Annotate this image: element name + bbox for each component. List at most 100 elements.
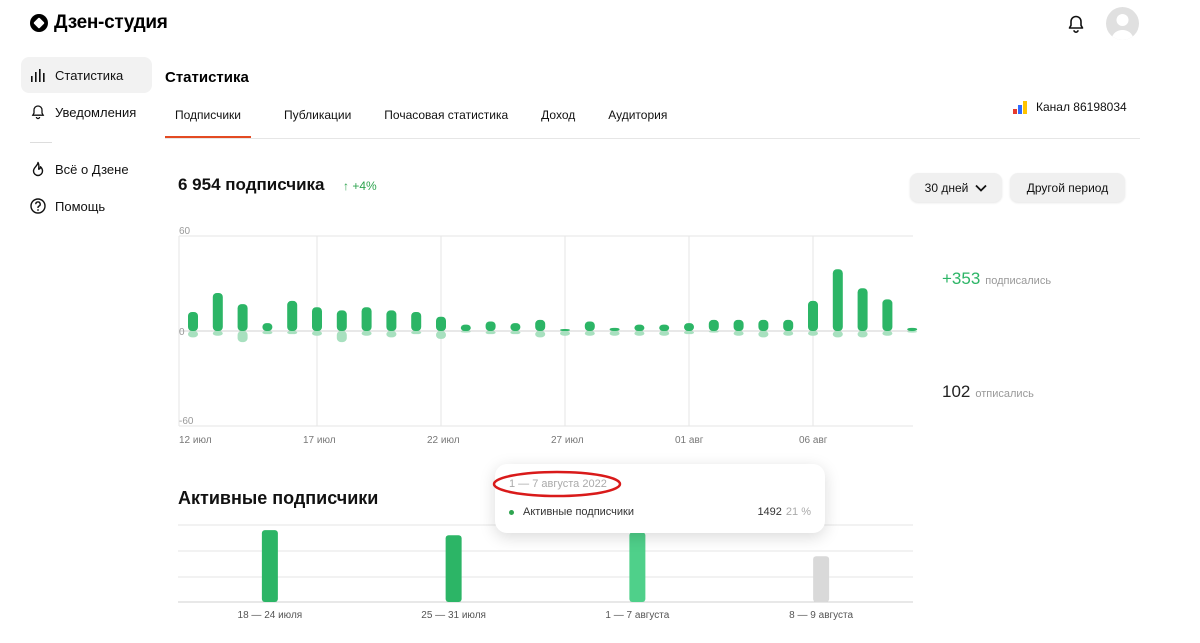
sidebar-item-about-zen[interactable]: Всё о Дзене: [30, 161, 129, 177]
bar-unsubscribed: [212, 331, 223, 336]
y-tick-label: -60: [179, 416, 194, 427]
bar-unsubscribed: [535, 331, 546, 338]
x-tick-label: 25 — 31 июля: [421, 610, 486, 621]
bar-subscribed: [361, 307, 372, 331]
bar-unsubscribed: [733, 331, 744, 336]
daily-subscribers-chart: 60 0 -60 12 июл 17 июл 22 июл 27 июл 01 авг 06 а…: [178, 226, 918, 446]
growth-percent: +4%: [352, 179, 377, 193]
bar-unsubscribed: [361, 331, 372, 336]
bar-subscribed: [460, 324, 471, 331]
bar-subscribed: [857, 288, 868, 331]
sidebar-item-label: Всё о Дзене: [55, 161, 129, 177]
tab-income[interactable]: Доход: [541, 108, 575, 136]
tab-audience[interactable]: Аудитория: [608, 108, 667, 136]
other-period-button[interactable]: Другой период: [1010, 173, 1125, 202]
bar-unsubscribed: [584, 331, 595, 336]
unsubscribed-stat: 102 отписались: [942, 382, 1034, 402]
bar-unsubscribed: [485, 331, 496, 335]
bar-unsubscribed: [336, 331, 347, 343]
bar-unsubscribed: [188, 331, 198, 338]
bar-subscribed: [708, 319, 719, 331]
y-tick-label: 0: [179, 327, 185, 338]
x-tick-label: 18 — 24 июля: [238, 610, 303, 621]
bar-unsubscribed: [436, 331, 446, 339]
bar-unsubscribed: [609, 331, 620, 336]
bar-unsubscribed: [907, 331, 918, 333]
sidebar-item-help[interactable]: Помощь: [30, 198, 105, 214]
red-annotation-ellipse: [492, 470, 622, 498]
bar-unsubscribed: [783, 331, 794, 336]
bar-unsubscribed: [808, 331, 818, 336]
tab-bar: Подписчики Публикации Почасовая статисти…: [165, 108, 700, 138]
channel-name: Канал 86198034: [1036, 100, 1127, 114]
period-selected: 30 дней: [924, 180, 969, 195]
page-title: Статистика: [165, 69, 249, 86]
sidebar-item-label: Помощь: [55, 198, 106, 214]
bar-unsubscribed: [411, 331, 422, 335]
subscriber-count: 6 954 подписчика: [178, 175, 325, 194]
tab-hourly-stats[interactable]: Почасовая статистика: [384, 108, 508, 136]
bar-subscribed: [386, 310, 397, 331]
subscribed-label: подписались: [985, 275, 1052, 287]
user-avatar[interactable]: [1106, 7, 1139, 40]
x-tick-label: 06 авг: [799, 435, 828, 446]
x-tick-label: 8 — 9 августа: [789, 610, 853, 621]
tabs-underline: [165, 138, 1140, 139]
subscribed-value: +353: [942, 269, 981, 288]
avatar-placeholder-icon: [1111, 14, 1134, 40]
bar-subscribed: [609, 327, 620, 331]
bar-chart-icon: [31, 69, 45, 82]
unsubscribed-value: 102: [942, 382, 971, 401]
bar-unsubscribed: [634, 331, 645, 336]
tab-publications[interactable]: Публикации: [284, 108, 351, 136]
bar-subscribed: [262, 323, 273, 331]
app-logo[interactable]: Дзен-студия: [30, 12, 168, 34]
bar-unsubscribed: [312, 331, 322, 336]
x-tick-label: 12 июл: [179, 435, 212, 446]
bar-subscribed: [436, 316, 446, 331]
sidebar-divider: [30, 142, 52, 143]
tooltip-row: Активные подписчики 1492 21 %: [509, 506, 811, 518]
sidebar-item-notifications[interactable]: Уведомления: [30, 104, 136, 120]
bar-unsubscribed: [832, 331, 843, 338]
sidebar-item-statistics[interactable]: Статистика: [30, 67, 123, 83]
flame-icon: [32, 161, 44, 177]
chart-tooltip: 1 — 7 августа 2022 Активные подписчики 1…: [492, 464, 825, 533]
bar-unsubscribed: [460, 331, 471, 333]
bar-subscribed: [237, 304, 248, 331]
bar-subscribed: [560, 329, 570, 331]
zen-logo-icon: [30, 14, 48, 32]
bar-subscribed: [535, 319, 546, 331]
period-dropdown[interactable]: 30 дней: [910, 173, 1002, 202]
bar-active-subscribers: [445, 535, 462, 602]
tab-subscribers[interactable]: Подписчики: [165, 108, 252, 138]
bar-subscribed: [684, 323, 694, 331]
x-tick-label: 17 июл: [303, 435, 336, 446]
channel-selector[interactable]: Канал 86198034: [1013, 100, 1127, 114]
bar-unsubscribed: [758, 331, 769, 338]
x-tick-label: 22 июл: [427, 435, 460, 446]
bar-subscribed: [336, 310, 347, 331]
bar-active-subscribers: [629, 532, 646, 602]
active-subscribers-chart: 18 — 24 июля 25 — 31 июля 1 — 7 августа 8 —…: [178, 524, 913, 621]
notifications-bell-icon[interactable]: [1066, 14, 1086, 34]
channel-stats-icon: [1013, 100, 1027, 114]
bar-subscribed: [634, 324, 645, 331]
bar-subscribed: [832, 269, 843, 331]
bar-subscribed: [783, 319, 794, 331]
subscribed-stat: +353 подписались: [942, 269, 1051, 289]
bar-unsubscribed: [287, 331, 298, 335]
bar-subscribed: [882, 299, 893, 331]
active-subscribers-title: Активные подписчики: [178, 488, 379, 508]
bar-unsubscribed: [882, 331, 893, 336]
bar-active-subscribers: [813, 556, 830, 602]
tooltip-percent: 21 %: [785, 506, 811, 518]
help-icon: [30, 198, 46, 214]
bar-unsubscribed: [560, 331, 570, 336]
y-tick-label: 60: [179, 226, 191, 237]
tooltip-series-name: Активные подписчики: [523, 506, 635, 518]
growth-indicator: ↑ +4%: [343, 179, 377, 193]
sidebar-item-label: Статистика: [55, 67, 124, 83]
bar-unsubscribed: [684, 331, 694, 335]
bar-unsubscribed: [262, 331, 273, 335]
